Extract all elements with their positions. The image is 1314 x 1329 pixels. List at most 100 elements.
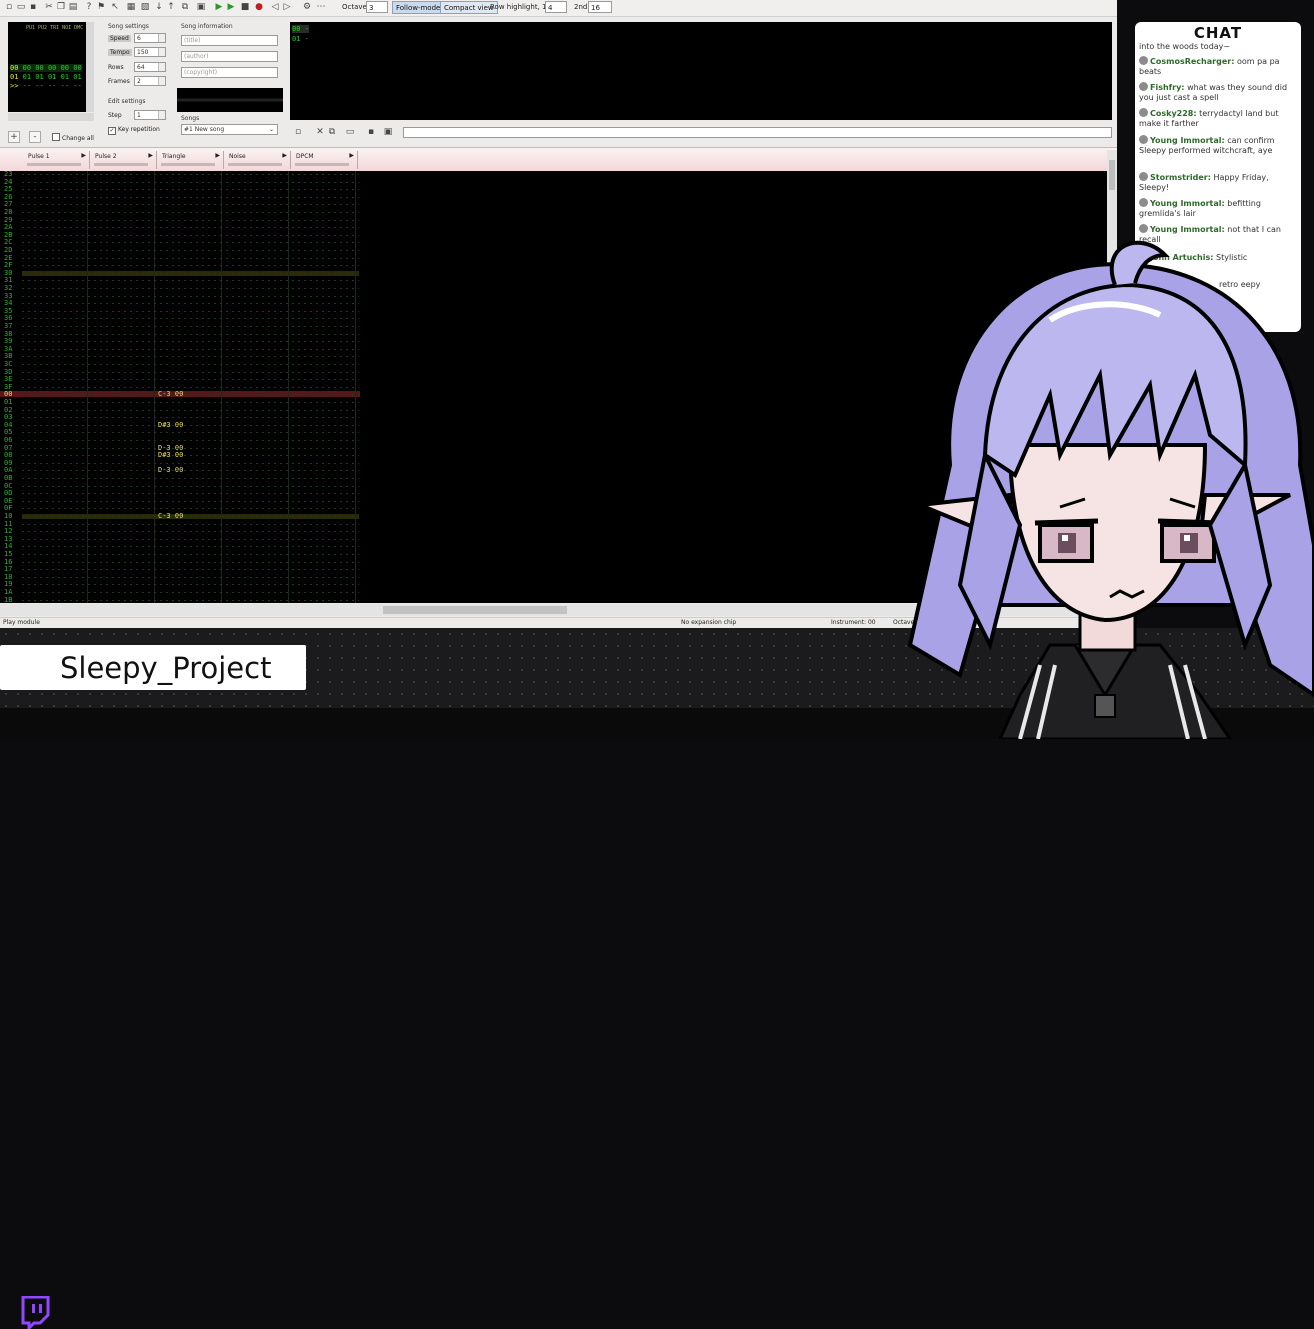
status-text: Play module [3,619,40,626]
save-instrument-icon[interactable]: ▪ [366,127,376,137]
copy-icon[interactable]: ❐ [56,2,66,12]
about-icon[interactable]: ? [84,2,94,12]
frame-cells: 01 01 01 01 01 [22,73,82,81]
cut-icon[interactable]: ✂ [44,2,54,12]
frame-list[interactable]: PU1 PU2 TRI NOI DMC 00 00 00 00 00 00 01… [8,22,86,112]
move-frame-down-icon[interactable]: ↓ [154,2,164,12]
empty-row-marker [22,227,359,229]
row-highlight-1st-input[interactable]: 4 [545,1,567,13]
channel-header-pulse1[interactable]: Pulse 1 ▶ [24,151,90,169]
channel-name-text: Sleepy_Project [60,651,272,685]
channel-header-pulse2[interactable]: Pulse 2 ▶ [91,151,157,169]
help-icon[interactable]: ⚑ [96,2,106,12]
sample-visualizer[interactable] [177,88,283,112]
clone-instrument-icon[interactable]: ⧉ [327,127,337,137]
settings-icon[interactable]: ⚙ [302,2,312,12]
remove-frame-icon[interactable]: ▧ [140,2,150,12]
new-file-icon[interactable]: ▫ [4,2,14,12]
empty-row-marker [22,561,359,563]
frame-row[interactable]: 00 00 00 00 00 00 [10,64,82,72]
speed-spinner[interactable]: 6 [134,33,166,43]
save-icon[interactable]: ▪ [28,2,38,12]
next-song-icon[interactable]: ▷ [282,2,292,12]
chat-text: into the woods today~ [1139,42,1231,51]
song-settings-title: Song settings [108,23,149,30]
instrument-name-field[interactable] [403,127,1112,138]
follow-mode-button[interactable]: Follow-mode [392,1,445,14]
frame-number: 01 [10,73,19,81]
channel-header-noise[interactable]: Noise ▶ [225,151,291,169]
edit-instrument-icon[interactable]: ▣ [383,127,393,137]
instrument-item[interactable]: 00 - [292,25,309,33]
empty-row-marker [22,584,359,586]
frame-list-hscrollbar[interactable] [8,113,94,121]
record-icon[interactable]: ● [254,2,264,12]
arrow-right-icon: ▶ [349,152,354,159]
avatar [1139,172,1148,181]
chat-message: Stormstrider: Happy Friday, Sleepy! [1139,172,1299,193]
empty-row-marker [22,265,359,267]
frame-row[interactable]: 01 01 01 01 01 01 [10,73,82,81]
context-help-icon[interactable]: ↖ [110,2,120,12]
chat-message: Young Immortal: can confirm Sleepy perfo… [1139,135,1299,156]
frame-row[interactable]: >> -- -- -- -- -- [10,82,82,90]
change-all-checkbox[interactable]: Change all [52,133,94,142]
chat-message: Fishfry: what was they sound did you jus… [1139,82,1299,103]
song-copyright-field[interactable]: (copyright) [181,67,278,78]
add-frame-button[interactable]: + [8,131,20,143]
row-number: 32 [4,284,13,292]
empty-row-marker [22,288,359,289]
frames-spinner[interactable]: 2 [134,76,166,86]
chat-username: Cosky228: [1150,109,1197,118]
avatar [1139,108,1148,117]
empty-row-marker [22,523,359,525]
insert-frame-icon[interactable]: ▦ [126,2,136,12]
frame-list-header: PU1 PU2 TRI NOI DMC [26,25,84,31]
channel-header-triangle[interactable]: Triangle ▶ [158,151,224,169]
empty-row-marker [22,242,359,244]
play-loop-icon[interactable]: ▶ [226,2,236,12]
channel-name: Triangle [162,153,186,160]
empty-row-marker [22,485,359,487]
song-select[interactable]: #1 New song ⌄ [181,124,278,135]
key-repetition-checkbox[interactable]: ✓ Key repetition [108,126,160,135]
avatar [1139,198,1148,207]
duplicate-frame-icon[interactable]: ⧉ [180,2,190,12]
load-instrument-icon[interactable]: ▭ [345,127,355,137]
chat-title: CHAT [1193,24,1243,42]
row-highlight-2nd-label: 2nd [574,3,588,11]
rows-label: Rows [108,64,124,71]
remove-instrument-icon[interactable]: ✕ [315,127,325,137]
move-frame-up-icon[interactable]: ↑ [166,2,176,12]
row-highlight-2nd-input[interactable]: 16 [588,1,612,13]
empty-row-marker [22,592,359,593]
step-spinner[interactable]: 1 [134,110,166,120]
empty-row-marker [22,204,359,206]
song-title-field[interactable]: (title) [181,35,278,46]
open-file-icon[interactable]: ▭ [16,2,26,12]
instrument-list[interactable]: 00 - 01 - [290,22,1112,120]
empty-row-marker [22,493,359,495]
sample-editor-icon[interactable]: ⋯ [316,2,326,12]
empty-row-marker [22,212,359,213]
remove-frame-button[interactable]: - [29,131,41,143]
paste-icon[interactable]: ▤ [68,2,78,12]
rows-spinner[interactable]: 64 [134,62,166,72]
song-author-field[interactable]: (author) [181,51,278,62]
row-number: 06 [4,436,13,444]
channel-header-dpcm[interactable]: DPCM ▶ [292,151,358,169]
row-number: 1A [4,588,13,596]
stop-icon[interactable]: ■ [240,2,250,12]
empty-row-marker [22,478,359,479]
play-icon[interactable]: ▶ [214,2,224,12]
empty-row-marker [22,189,359,191]
new-instrument-icon[interactable]: ▫ [293,127,303,137]
previous-song-icon[interactable]: ◁ [270,2,280,12]
frame-list-scrollbar[interactable] [86,22,94,112]
octave-select[interactable]: 3 [366,1,388,13]
frame-number: 00 [10,64,19,72]
module-properties-icon[interactable]: ▣ [196,2,206,12]
empty-row-marker [22,272,359,274]
tempo-spinner[interactable]: 150 [134,47,166,57]
instrument-item[interactable]: 01 - [292,35,309,43]
